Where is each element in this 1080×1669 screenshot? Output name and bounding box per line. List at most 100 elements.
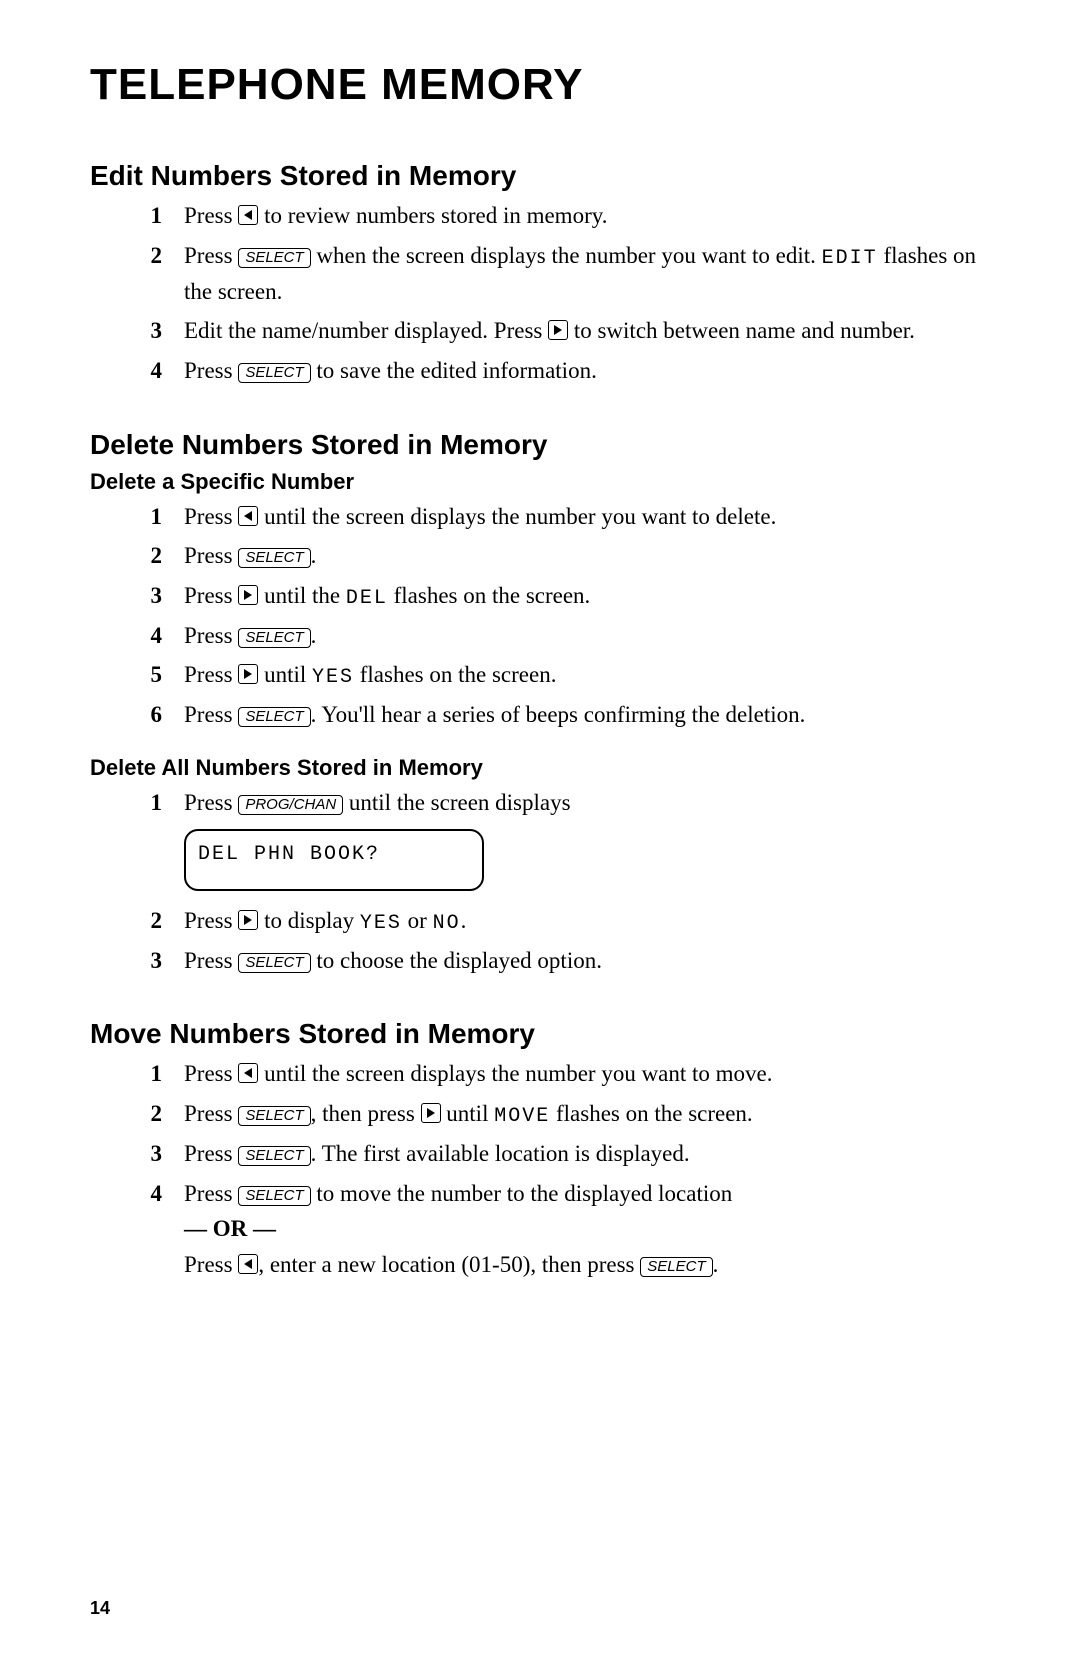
text: Press xyxy=(184,504,238,529)
text: to switch between name and number. xyxy=(568,318,915,343)
right-arrow-icon xyxy=(238,585,258,605)
move-steps: 1 Press until the screen displays the nu… xyxy=(90,1056,985,1282)
page-number: 14 xyxy=(90,1598,110,1619)
lcd-text: MOVE xyxy=(494,1105,550,1128)
list-item: 2 Press SELECT. xyxy=(90,538,985,574)
list-item: 5 Press until YES flashes on the screen. xyxy=(90,657,985,693)
text: until the screen displays the number you… xyxy=(258,1061,772,1086)
step-body: Press SELECT. You'll hear a series of be… xyxy=(184,697,985,733)
step-number: 4 xyxy=(90,1176,184,1212)
step-number: 1 xyxy=(90,499,184,535)
text: flashes on the screen. xyxy=(550,1101,752,1126)
text: or xyxy=(402,908,433,933)
subheading-delete-all: Delete All Numbers Stored in Memory xyxy=(90,755,985,781)
text: . xyxy=(713,1252,719,1277)
list-item: 3 Press SELECT to choose the displayed o… xyxy=(90,943,985,979)
lcd-text: DEL PHN BOOK? xyxy=(198,843,380,866)
text: Press xyxy=(184,1101,238,1126)
select-key: SELECT xyxy=(238,1146,310,1166)
delete-all-steps: 1 Press PROG/CHAN until the screen displ… xyxy=(90,785,985,978)
edit-steps: 1 Press to review numbers stored in memo… xyxy=(90,198,985,389)
step-body: Press SELECT. xyxy=(184,538,985,574)
text: to display xyxy=(258,908,360,933)
text: Press xyxy=(184,908,238,933)
list-item: 2 Press to display YES or NO. xyxy=(90,903,985,939)
text: . xyxy=(311,543,317,568)
text: Press xyxy=(184,662,238,687)
step-number: 3 xyxy=(90,1136,184,1172)
heading-edit: Edit Numbers Stored in Memory xyxy=(90,160,985,192)
step-body: Press until YES flashes on the screen. xyxy=(184,657,985,693)
text: until xyxy=(441,1101,495,1126)
right-arrow-icon xyxy=(548,320,568,340)
text: Press xyxy=(184,702,238,727)
text: Press xyxy=(184,1181,238,1206)
text: Press xyxy=(184,543,238,568)
step-number: 5 xyxy=(90,657,184,693)
right-arrow-icon xyxy=(238,910,258,930)
step-number: 1 xyxy=(90,198,184,234)
list-item: 2 Press SELECT when the screen displays … xyxy=(90,238,985,310)
lcd-screen: DEL PHN BOOK? xyxy=(184,829,484,891)
text: until xyxy=(258,662,312,687)
step-number: 4 xyxy=(90,618,184,654)
text: Edit the name/number displayed. Press xyxy=(184,318,548,343)
manual-page: TELEPHONE MEMORY Edit Numbers Stored in … xyxy=(0,0,1080,1669)
text: flashes on the screen. xyxy=(354,662,556,687)
step-body: Press SELECT. The first available locati… xyxy=(184,1136,985,1172)
left-arrow-icon xyxy=(238,506,258,526)
text: flashes on the screen. xyxy=(388,583,590,608)
select-key: SELECT xyxy=(238,363,310,383)
text: until the screen displays the number you… xyxy=(258,504,776,529)
text: , enter a new location (01-50), then pre… xyxy=(258,1252,640,1277)
text: to choose the displayed option. xyxy=(311,948,602,973)
select-key: SELECT xyxy=(238,707,310,727)
lcd-text: YES xyxy=(312,666,354,689)
list-item: 1 Press PROG/CHAN until the screen displ… xyxy=(90,785,985,899)
list-item: 1 Press to review numbers stored in memo… xyxy=(90,198,985,234)
heading-move: Move Numbers Stored in Memory xyxy=(90,1018,985,1050)
step-number: 6 xyxy=(90,697,184,733)
text: Press xyxy=(184,1141,238,1166)
step-body: Press SELECT to choose the displayed opt… xyxy=(184,943,985,979)
list-item: 6 Press SELECT. You'll hear a series of … xyxy=(90,697,985,733)
step-body: Press until the screen displays the numb… xyxy=(184,1056,985,1092)
lcd-text: DEL xyxy=(346,587,388,610)
list-item: 4 Press SELECT to move the number to the… xyxy=(90,1176,985,1283)
text: when the screen displays the number you … xyxy=(311,243,822,268)
text: to move the number to the displayed loca… xyxy=(311,1181,733,1206)
step-body: Press SELECT. xyxy=(184,618,985,654)
lcd-text: EDIT xyxy=(822,247,878,270)
step-number: 2 xyxy=(90,238,184,274)
step-body: Press to display YES or NO. xyxy=(184,903,985,939)
select-key: SELECT xyxy=(238,548,310,568)
select-key: SELECT xyxy=(238,248,310,268)
step-number: 1 xyxy=(90,1056,184,1092)
subheading-delete-specific: Delete a Specific Number xyxy=(90,469,985,495)
step-number: 3 xyxy=(90,313,184,349)
step-number: 2 xyxy=(90,538,184,574)
text: . The first available location is displa… xyxy=(311,1141,690,1166)
left-arrow-icon xyxy=(238,1254,258,1274)
lcd-text: YES xyxy=(360,912,402,935)
step-body: Press SELECT to move the number to the d… xyxy=(184,1176,985,1283)
or-label: — OR — xyxy=(184,1216,276,1241)
left-arrow-icon xyxy=(238,1063,258,1083)
right-arrow-icon xyxy=(421,1103,441,1123)
select-key: SELECT xyxy=(238,628,310,648)
step-number: 1 xyxy=(90,785,184,821)
text: Press xyxy=(184,790,238,815)
text: Press xyxy=(184,623,238,648)
select-key: SELECT xyxy=(640,1257,712,1277)
text: Press xyxy=(184,1061,238,1086)
text: Press xyxy=(184,203,238,228)
text: . xyxy=(311,623,317,648)
step-body: Press PROG/CHAN until the screen display… xyxy=(184,785,985,899)
text: Press xyxy=(184,358,238,383)
list-item: 3 Edit the name/number displayed. Press … xyxy=(90,313,985,349)
list-item: 3 Press SELECT. The first available loca… xyxy=(90,1136,985,1172)
lcd-text: NO xyxy=(433,912,461,935)
select-key: SELECT xyxy=(238,953,310,973)
list-item: 4 Press SELECT to save the edited inform… xyxy=(90,353,985,389)
text: Press xyxy=(184,948,238,973)
